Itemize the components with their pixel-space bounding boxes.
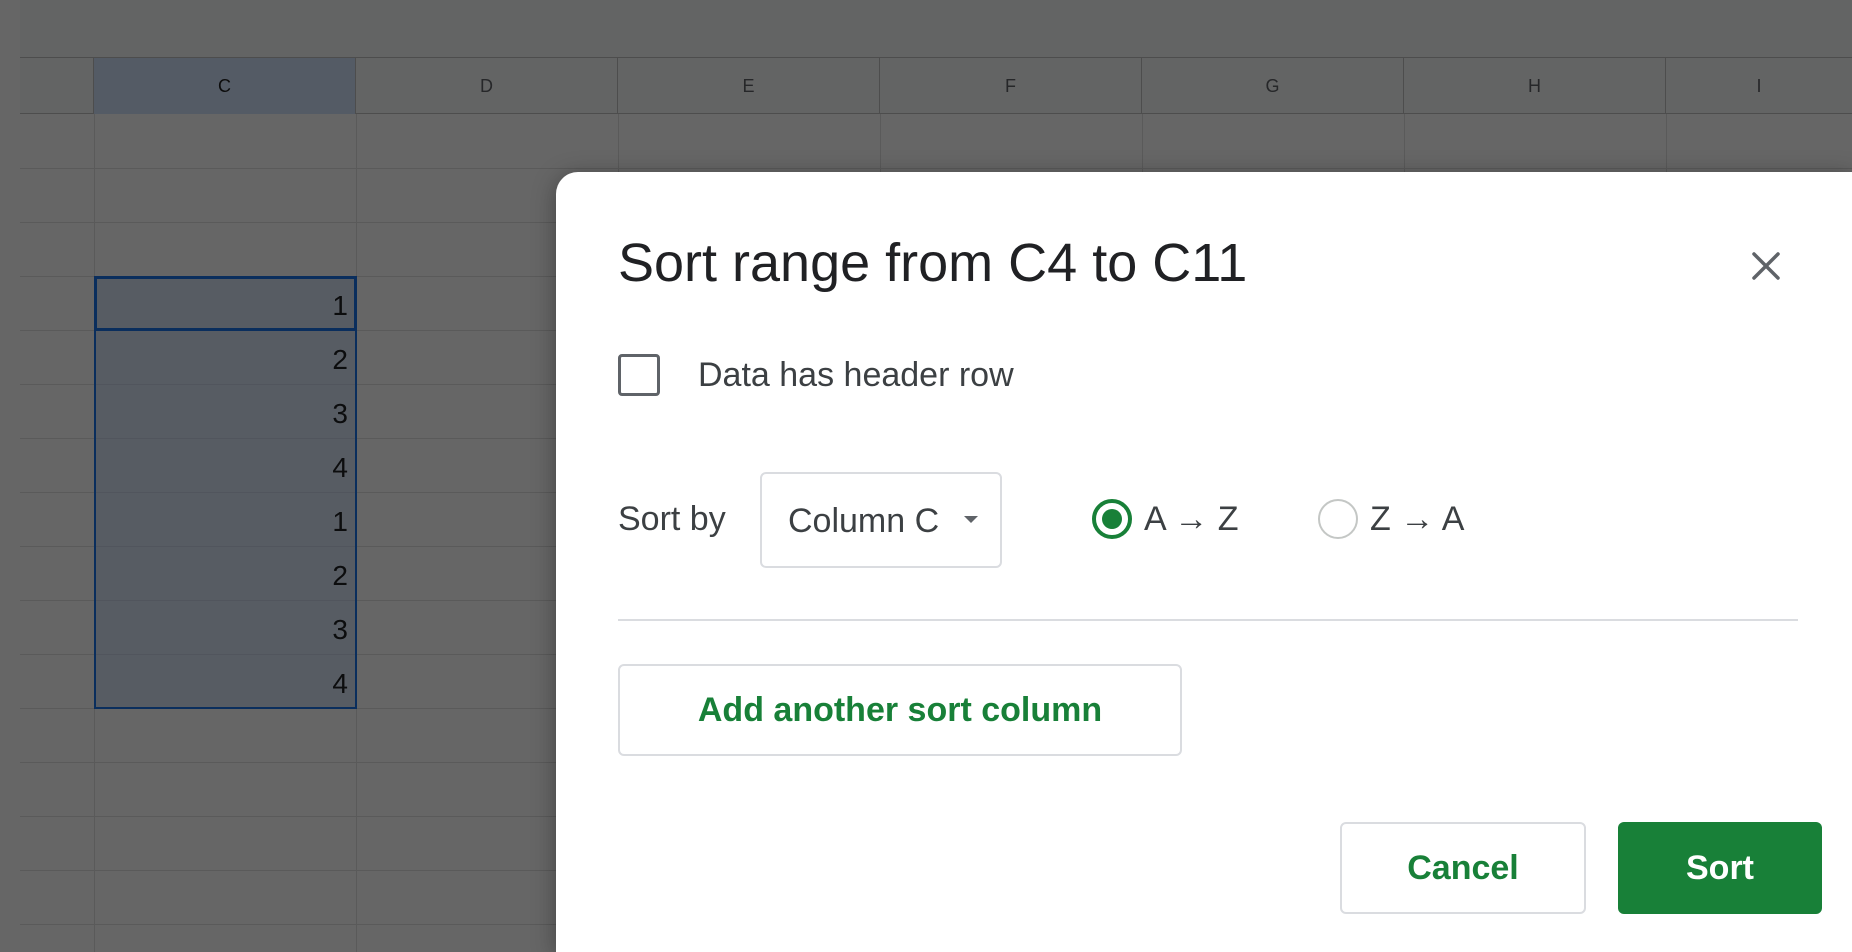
sort-order-z-a-label: Z → A (1370, 499, 1465, 538)
radio-selected-icon[interactable] (1092, 499, 1132, 539)
sort-button[interactable]: Sort (1618, 822, 1822, 914)
cancel-button[interactable]: Cancel (1340, 822, 1586, 914)
sort-order-z-a[interactable]: Z → A (1318, 494, 1464, 544)
sort-column-dropdown[interactable]: Column C (760, 472, 1002, 568)
close-icon[interactable] (1742, 242, 1790, 290)
header-row-label[interactable]: Data has header row (698, 356, 1014, 395)
add-sort-column-button[interactable]: Add another sort column (618, 664, 1182, 756)
sort-by-row: Sort by Column C A → Z Z → A (618, 472, 1798, 568)
dropdown-arrow-icon (964, 516, 978, 523)
sort-order-a-z-label: A → Z (1144, 499, 1239, 538)
divider (618, 619, 1798, 621)
screen: C D E F G H I (0, 0, 1852, 952)
sort-order-a-z[interactable]: A → Z (1092, 494, 1238, 544)
header-row-option: Data has header row (618, 350, 1014, 400)
header-row-checkbox[interactable] (618, 354, 660, 396)
sort-by-label: Sort by (618, 500, 726, 538)
sort-column-value: Column C (788, 502, 940, 540)
sort-range-dialog: Sort range from C4 to C11 Data has heade… (556, 172, 1852, 952)
dialog-title: Sort range from C4 to C11 (618, 233, 1248, 293)
radio-unselected-icon[interactable] (1318, 499, 1358, 539)
